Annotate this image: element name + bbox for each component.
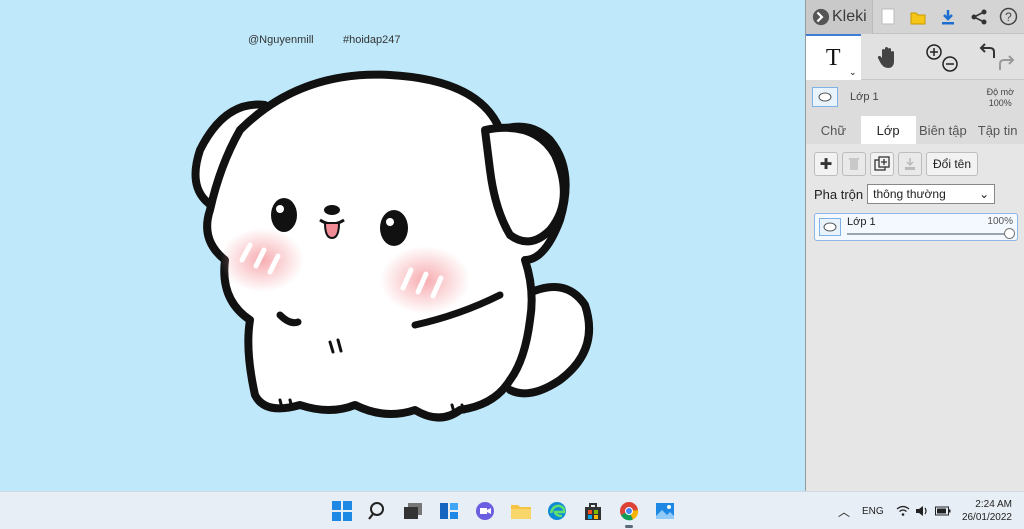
tab-layers[interactable]: Lớp <box>860 116 916 144</box>
add-layer-button[interactable]: ✚ <box>814 152 838 176</box>
drawing-canvas[interactable]: @Nguyenmill #hoidap247 <box>0 0 805 491</box>
wifi-icon[interactable] <box>896 492 910 529</box>
svg-text:?: ? <box>1006 10 1013 24</box>
store-button[interactable] <box>581 499 605 523</box>
merge-down-button[interactable] <box>898 152 922 176</box>
chat-icon <box>476 502 494 520</box>
task-view-button[interactable] <box>401 499 425 523</box>
blend-mode-label: Pha trộn <box>814 186 864 202</box>
show-hidden-icons[interactable]: ︿ <box>838 492 850 529</box>
duplicate-layer-button[interactable] <box>870 152 894 176</box>
zoom-out-icon <box>942 56 958 72</box>
chevron-up-icon: ︿ <box>838 504 851 519</box>
language-label: ENG <box>862 505 884 517</box>
opacity-value: 100% <box>988 98 1012 108</box>
clock-time: 2:24 AM <box>975 499 1012 510</box>
side-panel: Kleki ? T ⌄ Lớp 1 Độ mờ 100% Chữ Lớp Biê… <box>805 0 1024 491</box>
battery-icon[interactable] <box>935 492 951 529</box>
layer-item-name: Lớp 1 <box>847 216 876 228</box>
tab-edit[interactable]: Biên tập <box>916 116 971 144</box>
layer-item-opacity: 100% <box>987 216 1013 227</box>
folder-icon <box>511 505 531 519</box>
slider-handle[interactable] <box>1004 228 1015 239</box>
file-explorer-button[interactable] <box>509 499 533 523</box>
chrome-button[interactable] <box>617 499 641 528</box>
tool-row: T ⌄ <box>806 34 1024 80</box>
redo-icon <box>998 55 1015 70</box>
taskbar: ︿ ENG 2:24 AM 26/01/2022 <box>0 491 1024 529</box>
brand-name: Kleki <box>832 7 867 25</box>
layer-opacity-slider[interactable] <box>847 228 1015 239</box>
zoom-controls <box>915 34 970 80</box>
task-view-icon <box>404 503 422 519</box>
current-layer-name: Lớp 1 <box>850 91 879 103</box>
widgets-icon <box>440 503 458 519</box>
panel-tabs: Chữ Lớp Biên tập Tập tin <box>806 116 1024 144</box>
blend-mode-select[interactable]: thông thường ⌄ <box>867 184 996 204</box>
blend-mode-row: Pha trộn thông thường ⌄ <box>806 176 1024 204</box>
kleki-logo[interactable]: Kleki <box>806 0 873 34</box>
layer-item-thumbnail <box>819 218 841 236</box>
watermark-tag: #hoidap247 <box>343 34 401 46</box>
undo-redo-controls <box>970 34 1024 80</box>
chevron-down-icon[interactable]: ⌄ <box>849 67 857 78</box>
zoom-in-icon <box>926 44 942 60</box>
search-button[interactable] <box>366 499 390 523</box>
chrome-icon <box>620 502 639 521</box>
share-icon[interactable] <box>963 0 993 34</box>
layer-item[interactable]: Lớp 1 100% <box>814 213 1018 241</box>
chat-button[interactable] <box>473 499 497 523</box>
edge-browser-button[interactable] <box>545 499 569 523</box>
photos-icon <box>656 503 674 519</box>
opacity-label: Độ mờ <box>986 87 1014 97</box>
store-icon <box>585 503 601 520</box>
tab-file[interactable]: Tập tin <box>970 116 1024 144</box>
text-tool-glyph: T <box>825 44 841 71</box>
system-clock[interactable]: 2:24 AM 26/01/2022 <box>962 498 1012 524</box>
layers-tab-content: ✚ Đổi tên Pha trộn thông thường ⌄ Lớp 1 … <box>806 144 1024 491</box>
help-icon[interactable]: ? <box>994 0 1024 34</box>
kleki-logo-icon <box>812 8 830 25</box>
merge-down-icon <box>905 158 915 170</box>
app-window: @Nguyenmill #hoidap247 Kleki ? T ⌄ Lớp 1… <box>0 0 1024 529</box>
tab-text[interactable]: Chữ <box>806 116 861 144</box>
open-folder-icon[interactable] <box>903 0 933 34</box>
text-tool[interactable]: T ⌄ <box>806 34 861 80</box>
hand-tool[interactable] <box>861 34 916 80</box>
duplicate-icon <box>874 156 890 171</box>
layer-action-buttons: ✚ Đổi tên <box>806 144 1024 176</box>
blend-mode-value: thông thường <box>873 187 946 201</box>
search-icon <box>368 502 384 520</box>
layer-thumbnail <box>812 87 838 107</box>
delete-layer-button[interactable] <box>842 152 866 176</box>
clock-date: 26/01/2022 <box>961 512 1012 523</box>
new-file-icon[interactable] <box>873 0 903 34</box>
rename-layer-button[interactable]: Đổi tên <box>926 152 979 176</box>
download-icon[interactable] <box>933 0 963 34</box>
watermark-author: @Nguyenmill <box>248 34 314 46</box>
start-button[interactable] <box>330 499 354 523</box>
windows-icon <box>332 501 352 521</box>
language-indicator[interactable]: ENG <box>862 492 884 529</box>
layer-opacity-readout: Độ mờ 100% <box>987 87 1014 109</box>
widgets-button[interactable] <box>437 499 461 523</box>
undo-icon <box>979 43 995 58</box>
trash-icon <box>849 158 859 170</box>
hand-icon <box>877 46 894 68</box>
top-toolbar: Kleki ? <box>806 0 1024 34</box>
chevron-down-icon: ⌄ <box>979 187 990 201</box>
puppy-drawing <box>191 70 594 422</box>
photos-button[interactable] <box>653 499 677 523</box>
volume-icon[interactable] <box>915 492 929 529</box>
edge-icon <box>548 502 566 520</box>
active-indicator <box>625 525 633 528</box>
